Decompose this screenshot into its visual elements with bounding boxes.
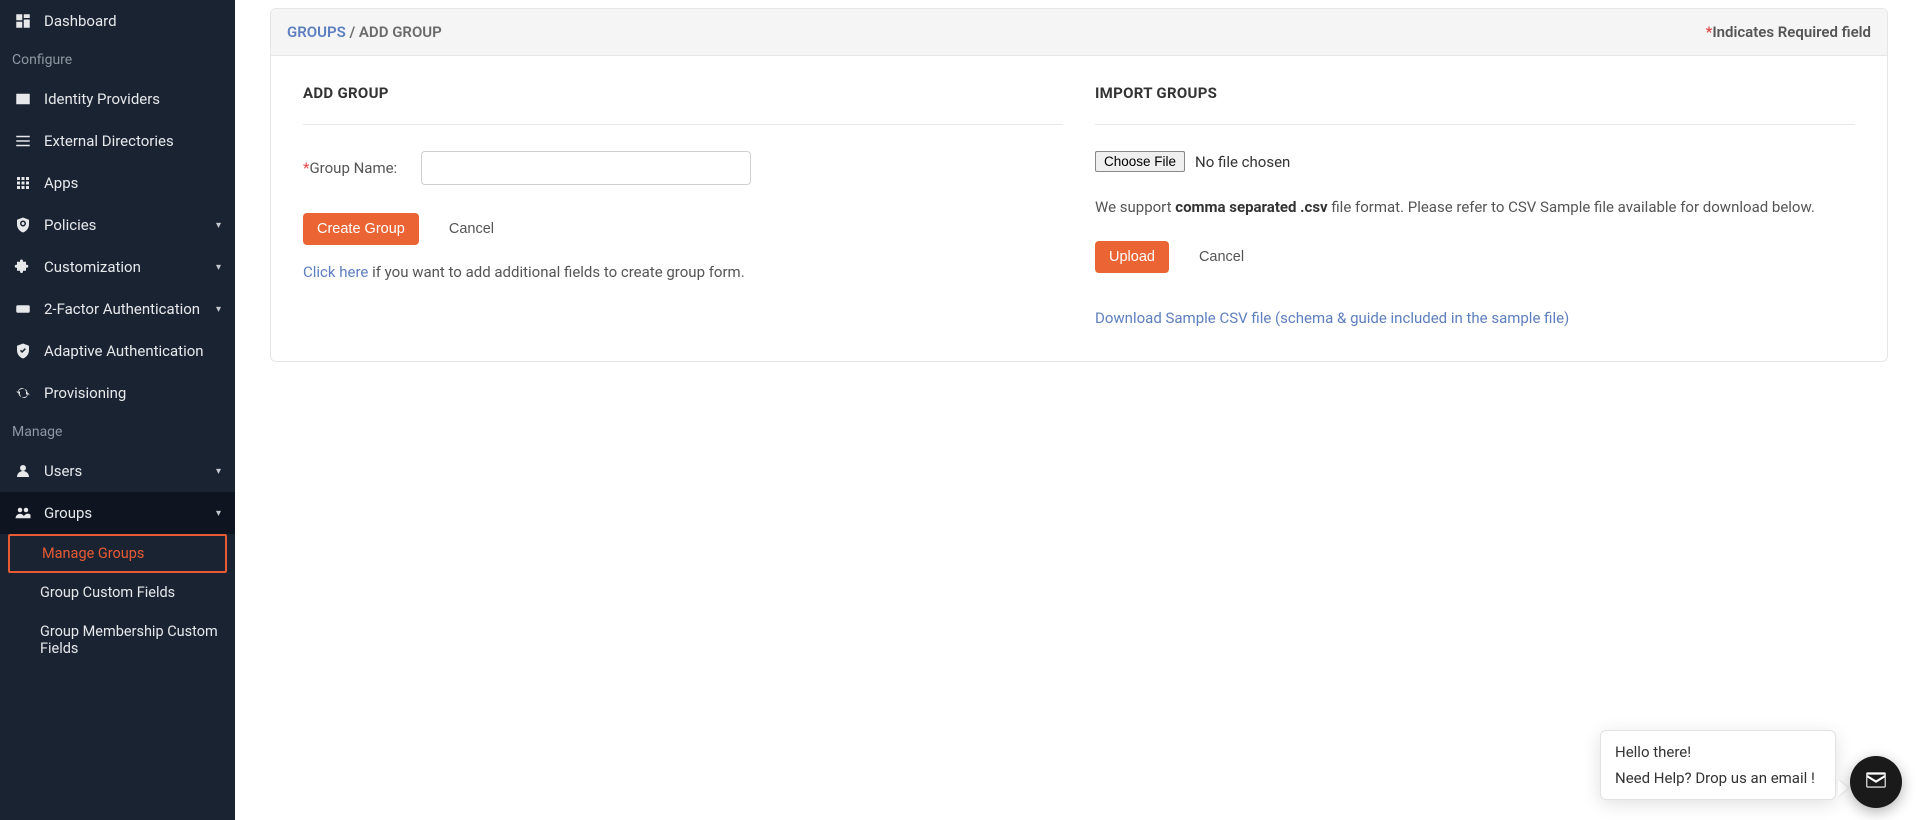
sidebar-sub-group-custom-fields[interactable]: Group Custom Fields	[0, 573, 235, 612]
breadcrumb: GROUPS / ADD GROUP	[287, 23, 442, 41]
file-chooser-row: Choose File No file chosen	[1095, 151, 1855, 172]
sidebar-item-policies[interactable]: Policies ▾	[0, 204, 235, 246]
hint-text: if you want to add additional fields to …	[368, 263, 744, 281]
sidebar-section-configure: Configure	[0, 42, 235, 78]
main-content: GROUPS / ADD GROUP *Indicates Required f…	[240, 0, 1920, 362]
add-group-section: ADD GROUP *Group Name: Create Group Canc…	[303, 84, 1063, 327]
create-group-button[interactable]: Create Group	[303, 213, 419, 245]
click-here-link[interactable]: Click here	[303, 263, 368, 281]
chat-line1: Hello there!	[1615, 743, 1821, 761]
chevron-down-icon: ▾	[216, 262, 221, 273]
group-name-input[interactable]	[421, 151, 751, 185]
puzzle-icon	[14, 258, 32, 276]
sidebar-label: Adaptive Authentication	[44, 342, 204, 360]
chat-fab-button[interactable]	[1850, 756, 1902, 808]
csv-support-note: We support comma separated .csv file for…	[1095, 196, 1855, 219]
sidebar-item-external-directories[interactable]: External Directories	[0, 120, 235, 162]
import-groups-section: IMPORT GROUPS Choose File No file chosen…	[1095, 84, 1855, 327]
sidebar-label: Users	[44, 462, 82, 480]
apps-icon	[14, 174, 32, 192]
breadcrumb-sep: /	[349, 23, 355, 41]
id-card-icon	[14, 90, 32, 108]
sidebar-label: Provisioning	[44, 384, 126, 402]
required-note-text: Indicates Required field	[1712, 23, 1871, 41]
content-card: GROUPS / ADD GROUP *Indicates Required f…	[270, 8, 1888, 362]
list-icon	[14, 132, 32, 150]
breadcrumb-root[interactable]: GROUPS	[287, 23, 346, 41]
group-name-label-text: Group Name:	[309, 159, 397, 177]
section-title-import-groups: IMPORT GROUPS	[1095, 84, 1855, 125]
pin-icon	[14, 300, 32, 318]
add-group-buttons: Create Group Cancel	[303, 213, 1063, 245]
required-note: *Indicates Required field	[1706, 23, 1871, 41]
choose-file-button[interactable]: Choose File	[1095, 151, 1185, 172]
sidebar-label: Groups	[44, 504, 92, 522]
group-icon	[14, 504, 32, 522]
group-name-label: *Group Name:	[303, 159, 397, 177]
user-icon	[14, 462, 32, 480]
sidebar-label: Identity Providers	[44, 90, 160, 108]
card-body: ADD GROUP *Group Name: Create Group Canc…	[271, 56, 1887, 361]
card-header: GROUPS / ADD GROUP *Indicates Required f…	[271, 9, 1887, 56]
section-title-add-group: ADD GROUP	[303, 84, 1063, 125]
sidebar-label: External Directories	[44, 132, 174, 150]
sidebar-item-groups[interactable]: Groups ▾	[0, 492, 235, 534]
sidebar-sub-manage-groups[interactable]: Manage Groups	[8, 534, 227, 573]
chat-line2: Need Help? Drop us an email !	[1615, 769, 1821, 787]
sidebar-item-provisioning[interactable]: Provisioning	[0, 372, 235, 414]
shield-search-icon	[14, 216, 32, 234]
group-name-row: *Group Name:	[303, 151, 1063, 185]
support-pre: We support	[1095, 198, 1175, 216]
sidebar-sub-group-membership-fields[interactable]: Group Membership Custom Fields	[0, 612, 235, 668]
chevron-down-icon: ▾	[216, 466, 221, 477]
chevron-down-icon: ▾	[216, 304, 221, 315]
sidebar-label: 2-Factor Authentication	[44, 300, 200, 318]
chat-popup: Hello there! Need Help? Drop us an email…	[1600, 730, 1836, 800]
upload-button[interactable]: Upload	[1095, 241, 1169, 273]
sidebar-item-adaptive-auth[interactable]: Adaptive Authentication	[0, 330, 235, 372]
sidebar-item-identity-providers[interactable]: Identity Providers	[0, 78, 235, 120]
support-bold: comma separated .csv	[1175, 198, 1327, 216]
sidebar-label: Customization	[44, 258, 141, 276]
mail-icon	[1863, 767, 1889, 797]
sidebar-label: Policies	[44, 216, 96, 234]
sidebar-item-customization[interactable]: Customization ▾	[0, 246, 235, 288]
cancel-button[interactable]: Cancel	[435, 213, 508, 245]
download-sample-link[interactable]: Download Sample CSV file (schema & guide…	[1095, 309, 1569, 327]
chevron-down-icon: ▾	[216, 508, 221, 519]
sidebar-label: Apps	[44, 174, 78, 192]
sidebar-item-dashboard[interactable]: Dashboard	[0, 0, 235, 42]
add-fields-hint: Click here if you want to add additional…	[303, 263, 1063, 281]
import-cancel-button[interactable]: Cancel	[1185, 241, 1258, 273]
import-buttons: Upload Cancel	[1095, 241, 1855, 273]
chevron-down-icon: ▾	[216, 220, 221, 231]
sidebar-item-2fa[interactable]: 2-Factor Authentication ▾	[0, 288, 235, 330]
sync-icon	[14, 384, 32, 402]
sidebar-item-users[interactable]: Users ▾	[0, 450, 235, 492]
dashboard-icon	[14, 12, 32, 30]
sidebar-section-manage: Manage	[0, 414, 235, 450]
sidebar-label: Dashboard	[44, 12, 117, 30]
support-post: file format. Please refer to CSV Sample …	[1328, 198, 1815, 216]
shield-check-icon	[14, 342, 32, 360]
sidebar-item-apps[interactable]: Apps	[0, 162, 235, 204]
breadcrumb-current: ADD GROUP	[359, 23, 442, 41]
file-status-text: No file chosen	[1195, 153, 1290, 171]
sidebar: Dashboard Configure Identity Providers E…	[0, 0, 235, 820]
chat-popup-arrow	[1838, 780, 1848, 796]
